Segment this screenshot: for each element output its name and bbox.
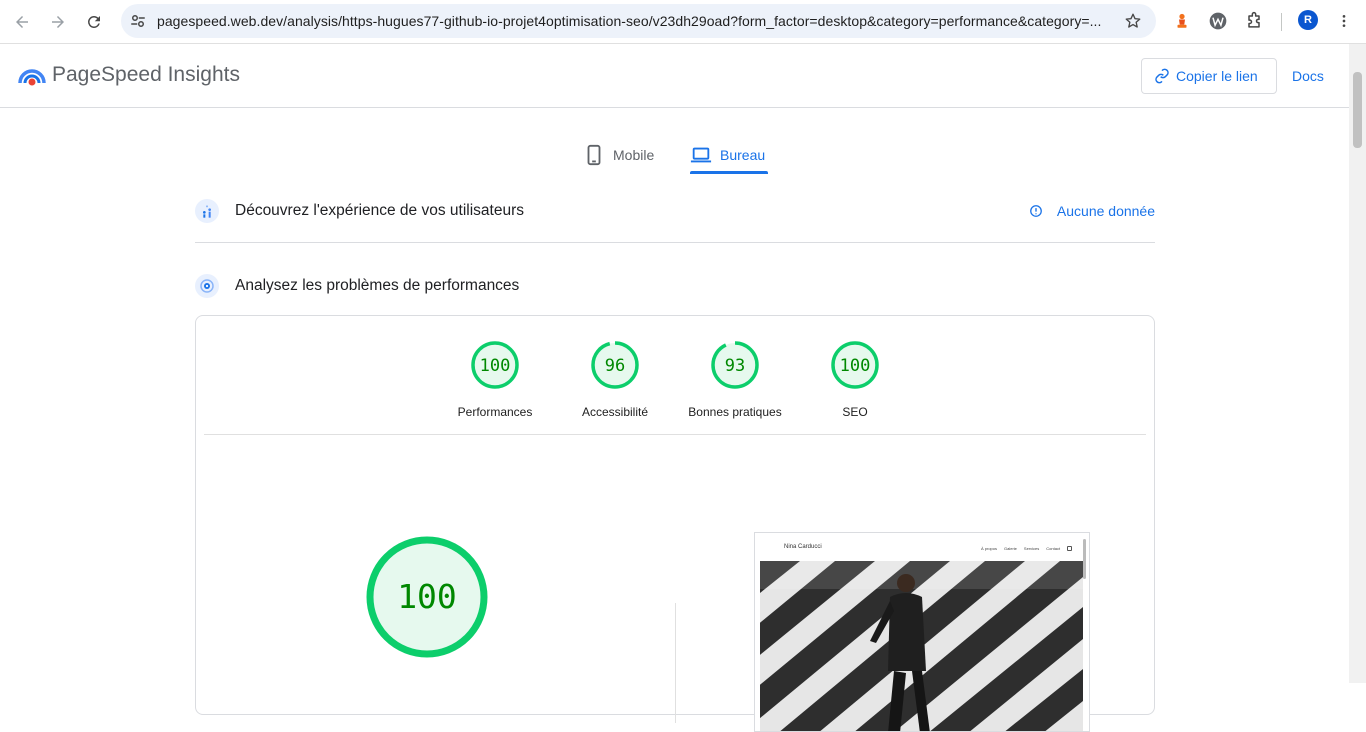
preview-nav-link: À propos (981, 546, 998, 551)
tab-mobile[interactable]: Mobile (583, 137, 654, 173)
field-data-section: Découvrez l'expérience de vos utilisateu… (195, 191, 1155, 231)
lab-data-title: Analysez les problèmes de performances (235, 277, 520, 294)
address-bar[interactable]: pagespeed.web.dev/analysis/https-hugues7… (121, 4, 1156, 38)
gauge-score: 93 (725, 356, 745, 376)
docs-link[interactable]: Docs (1292, 68, 1324, 84)
gauge-accessibility[interactable]: 96 Accessibilité (565, 340, 665, 419)
gauge-label: Accessibilité (581, 405, 649, 419)
main-score: 100 (397, 577, 457, 616)
card-divider (204, 434, 1146, 435)
gauge-ring: 93 (711, 341, 759, 389)
gauge-ring: 96 (591, 341, 639, 389)
preview-nav-link: Galerie (1004, 546, 1017, 551)
field-data-title: Découvrez l'expérience de vos utilisateu… (235, 202, 524, 219)
copy-link-button[interactable]: Copier le lien (1141, 58, 1277, 94)
gauge-seo[interactable]: 100 SEO (805, 340, 905, 419)
preview-hero-image (760, 561, 1083, 731)
page-scrollbar[interactable] (1349, 44, 1366, 683)
extension-chess-icon[interactable] (1170, 9, 1194, 33)
browser-menu-button[interactable] (1332, 9, 1356, 33)
arrow-right-icon (52, 16, 64, 28)
gauge-score: 100 (480, 356, 511, 376)
profile-avatar[interactable]: R (1298, 10, 1318, 30)
smartphone-icon (587, 144, 601, 166)
url-text[interactable]: pagespeed.web.dev/analysis/https-hugues7… (157, 13, 1112, 29)
score-gauges: 100 Performances 96 Accessibilité 93 Bon… (196, 340, 1154, 420)
scrollbar-thumb[interactable] (1353, 72, 1362, 148)
app-header: PageSpeed Insights Copier le lien Docs (0, 44, 1349, 108)
no-data-label: Aucune donnée (1056, 203, 1155, 219)
active-tab-indicator (690, 171, 768, 174)
toolbar-separator (1281, 13, 1282, 31)
reload-icon (88, 16, 100, 28)
instagram-icon (1067, 546, 1073, 551)
forward-button[interactable] (42, 6, 74, 38)
gauge-label: Bonnes pratiques (688, 405, 782, 419)
no-data-link[interactable]: Aucune donnée (1029, 203, 1155, 219)
tab-desktop-label: Bureau (720, 147, 766, 163)
final-screenshot-preview: Nina Carducci À propos Galerie Services … (754, 532, 1090, 732)
gauge-score: 100 (840, 356, 871, 376)
crosswalk-photo (760, 561, 1083, 731)
device-tabs: Mobile Bureau (0, 137, 1349, 175)
preview-nav-link: Services (1023, 546, 1040, 551)
preview-site-name: Nina Carducci (784, 544, 822, 550)
section-divider (195, 242, 1155, 243)
laptop-icon (690, 147, 712, 163)
kebab-menu-icon (1342, 15, 1346, 27)
preview-navbar: Nina Carducci À propos Galerie Services … (755, 533, 1089, 561)
gauge-label: Performances (457, 405, 533, 419)
users-icon (195, 199, 219, 223)
preview-scrollbar (1083, 539, 1086, 579)
lab-data-section: Analysez les problèmes de performances (195, 266, 1155, 306)
main-performance-gauge: 100 (366, 536, 488, 658)
tab-mobile-label: Mobile (613, 147, 655, 163)
extension-w-icon[interactable] (1206, 9, 1230, 33)
preview-nav-link: Contact (1046, 546, 1061, 551)
arrow-left-icon (16, 16, 28, 28)
tab-desktop[interactable]: Bureau (690, 137, 765, 173)
info-icon (1030, 205, 1042, 217)
gauge-ring: 100 (471, 341, 519, 389)
extensions-puzzle-icon[interactable] (1242, 9, 1266, 33)
gauge-ring: 100 (831, 341, 879, 389)
copy-link-label: Copier le lien (1176, 68, 1258, 84)
gauge-score: 96 (605, 356, 625, 376)
browser-toolbar: pagespeed.web.dev/analysis/https-hugues7… (0, 0, 1366, 44)
reload-button[interactable] (78, 6, 110, 38)
link-icon (1155, 68, 1169, 84)
vertical-divider (675, 603, 676, 723)
gauge-label: SEO (842, 405, 868, 419)
pagespeed-logo-icon[interactable] (18, 61, 46, 89)
report-card: 100 Performances 96 Accessibilité 93 Bon… (195, 315, 1155, 732)
gauge-performance[interactable]: 100 Performances (445, 340, 545, 419)
bookmark-star-icon[interactable] (1124, 12, 1142, 30)
gauge-best-practices[interactable]: 93 Bonnes pratiques (685, 340, 785, 419)
brand-title[interactable]: PageSpeed Insights (52, 63, 240, 87)
speedometer-icon (195, 274, 219, 298)
back-button[interactable] (6, 6, 38, 38)
site-info-icon[interactable] (129, 12, 147, 30)
preview-nav-links: À propos Galerie Services Contact (981, 546, 1073, 551)
